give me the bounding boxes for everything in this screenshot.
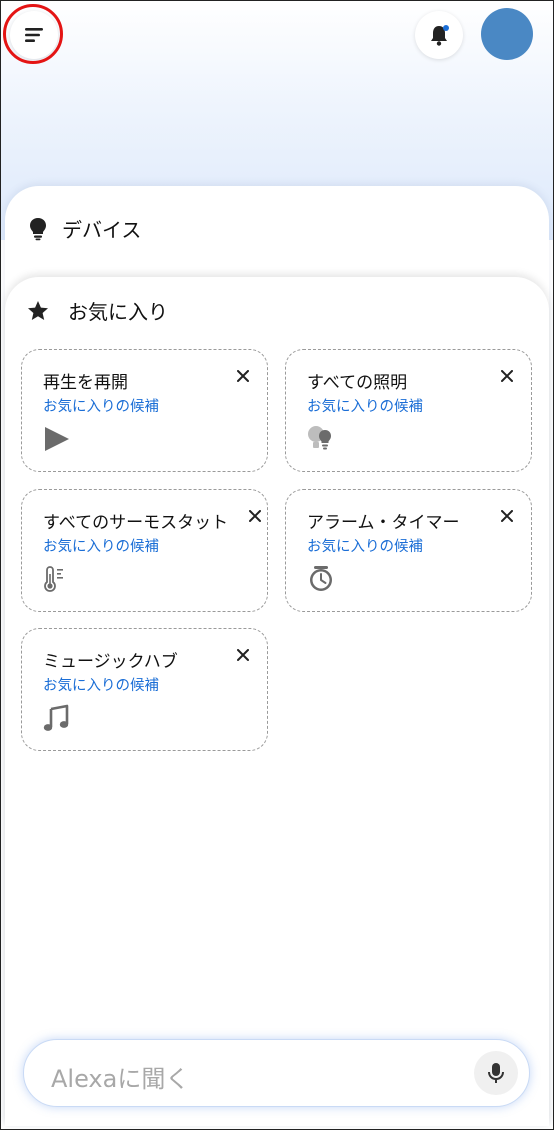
card-subtitle: お気に入りの候補 [43,539,159,555]
close-button[interactable] [233,645,253,665]
favorite-card-music-hub[interactable]: ミュージックハブ お気に入りの候補 [21,628,268,751]
card-title: 再生を再開 [43,373,128,393]
card-subtitle: お気に入りの候補 [43,678,159,694]
card-subtitle: お気に入りの候補 [307,539,423,555]
card-subtitle: お気に入りの候補 [43,399,159,415]
play-icon [45,427,69,451]
microphone-button[interactable] [474,1051,518,1095]
devices-section-header[interactable]: デバイス [28,214,141,243]
bell-icon [431,25,449,46]
microphone-icon [488,1063,504,1083]
close-icon [501,370,513,382]
card-title: すべての照明 [307,373,408,393]
lightbulb-icon [30,217,46,240]
close-button[interactable] [233,366,253,386]
close-button[interactable] [497,506,517,526]
card-title: アラーム・タイマー [307,513,460,533]
star-icon [28,300,48,320]
highlight-ring [3,4,63,64]
avatar[interactable] [481,8,533,60]
close-button[interactable] [497,366,517,386]
close-icon [501,510,513,522]
favorite-card-alarms-timers[interactable]: アラーム・タイマー お気に入りの候補 [285,489,532,612]
favorites-label: お気に入り [68,300,168,324]
close-icon [237,649,249,661]
card-subtitle: お気に入りの候補 [307,399,423,415]
card-title: すべてのサーモスタット [43,513,229,533]
music-note-icon [43,704,69,731]
ask-alexa-input[interactable]: Alexaに聞く [23,1039,530,1107]
favorite-card-all-thermostats[interactable]: すべてのサーモスタット お気に入りの候補 [21,489,268,612]
close-icon [237,370,249,382]
notification-dot [443,25,449,31]
alarm-clock-icon [310,566,332,591]
close-button[interactable] [245,506,265,526]
thermometer-icon [44,566,63,592]
devices-label: デバイス [62,218,142,242]
notifications-button[interactable] [415,11,463,59]
close-icon [249,510,261,522]
favorite-card-resume-playback[interactable]: 再生を再開 お気に入りの候補 [21,349,268,472]
ask-alexa-placeholder: Alexaに聞く [51,1065,190,1093]
favorites-section-header: お気に入り [26,296,168,325]
lights-icon [308,426,331,450]
card-title: ミュージックハブ [43,652,178,672]
favorite-card-all-lights[interactable]: すべての照明 お気に入りの候補 [285,349,532,472]
